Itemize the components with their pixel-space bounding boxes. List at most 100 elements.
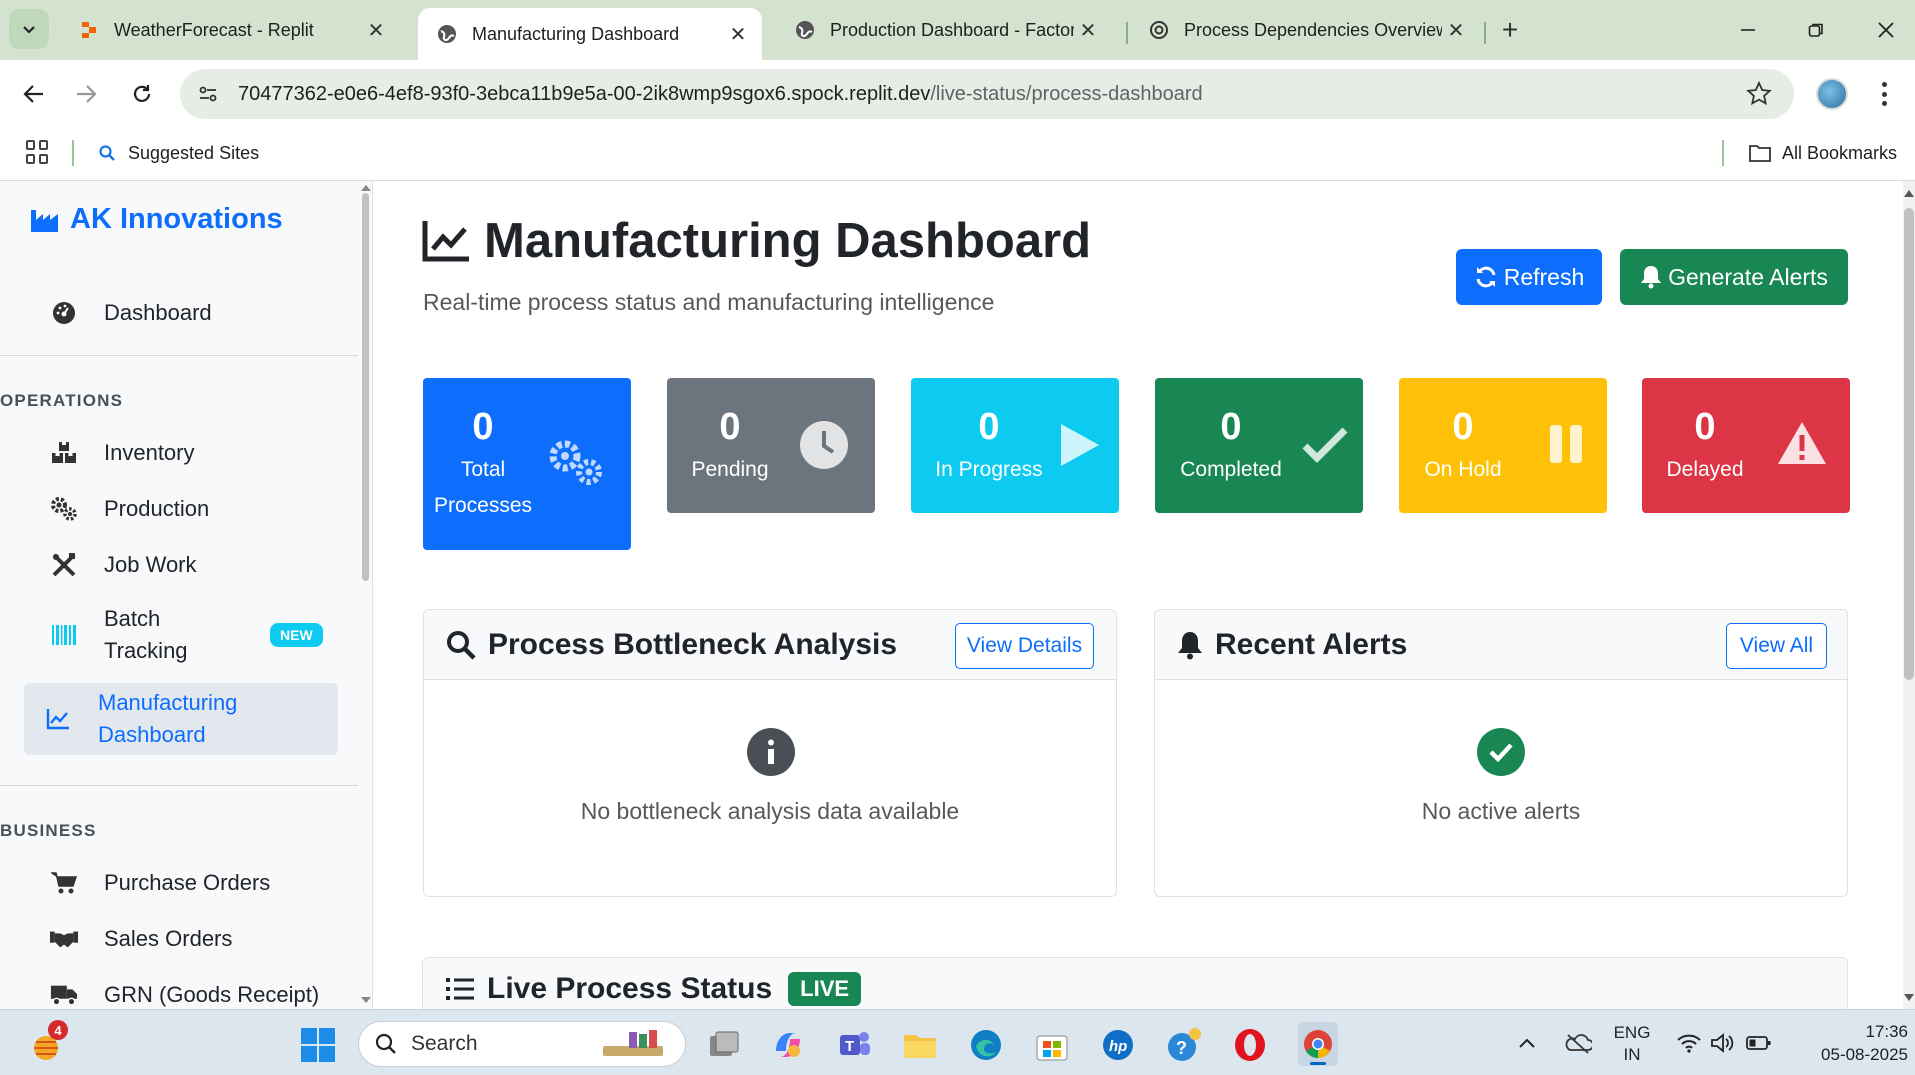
copilot-icon[interactable] bbox=[770, 1027, 806, 1063]
bookmark-suggested-sites[interactable]: Suggested Sites bbox=[98, 140, 259, 166]
sidebar-item-job-work[interactable]: Job Work bbox=[24, 545, 338, 585]
edge-icon[interactable] bbox=[968, 1027, 1004, 1063]
site-settings-icon[interactable] bbox=[196, 82, 220, 106]
search-placeholder: Search bbox=[411, 1032, 478, 1055]
teams-icon[interactable]: T bbox=[836, 1027, 872, 1063]
hp-icon[interactable]: hp bbox=[1100, 1027, 1136, 1063]
stat-label: Delayed bbox=[1666, 458, 1744, 481]
page-subtitle: Real-time process status and manufacturi… bbox=[423, 289, 995, 315]
weather-widget[interactable]: 4 bbox=[28, 1020, 68, 1060]
file-explorer-icon[interactable] bbox=[902, 1027, 938, 1063]
new-tab-button[interactable]: + bbox=[1494, 14, 1526, 46]
clock-time: 17:36 bbox=[1865, 1022, 1908, 1041]
empty-state-text: No active alerts bbox=[1421, 798, 1581, 824]
sidebar-item-manufacturing-dashboard[interactable]: Manufacturing Dashboard bbox=[24, 683, 338, 755]
restore-button[interactable] bbox=[1796, 12, 1836, 48]
stat-value: 0 bbox=[719, 406, 741, 448]
label-line: Total bbox=[460, 458, 506, 481]
help-icon[interactable]: ? bbox=[1166, 1027, 1202, 1063]
lang-line: ENG bbox=[1613, 1023, 1651, 1042]
tools-icon bbox=[50, 551, 78, 579]
label-line: Batch bbox=[104, 606, 161, 631]
apps-grid-icon[interactable] bbox=[26, 140, 50, 164]
tab-process-dependencies[interactable]: Process Dependencies Overview ✕ bbox=[1130, 9, 1480, 51]
gears-icon bbox=[549, 440, 602, 485]
brand-name: AK Innovations bbox=[70, 203, 283, 235]
sidebar-scroll-up[interactable] bbox=[361, 185, 371, 191]
stat-value: 0 bbox=[1694, 406, 1716, 448]
recent-alerts-card: Recent Alerts View All No active alerts bbox=[1154, 609, 1848, 897]
start-button[interactable] bbox=[300, 1027, 336, 1063]
close-icon[interactable]: ✕ bbox=[1074, 16, 1102, 44]
close-window-button[interactable] bbox=[1866, 12, 1906, 48]
svg-text:hp: hp bbox=[1109, 1038, 1127, 1055]
sidebar-divider bbox=[0, 355, 358, 356]
store-icon[interactable] bbox=[1034, 1027, 1070, 1063]
main-scroll-down[interactable] bbox=[1904, 994, 1914, 1001]
chevron-up-icon[interactable] bbox=[1516, 1032, 1538, 1054]
tab-manufacturing-dashboard[interactable]: Manufacturing Dashboard ✕ bbox=[418, 8, 762, 60]
sidebar-item-label: GRN (Goods Receipt) bbox=[104, 982, 320, 1007]
main-scrollbar-thumb[interactable] bbox=[1904, 208, 1914, 680]
tab-title: WeatherForecast - Replit bbox=[114, 19, 314, 40]
close-icon[interactable]: ✕ bbox=[724, 20, 752, 48]
browser-menu-icon[interactable] bbox=[1876, 78, 1892, 110]
play-icon bbox=[1061, 424, 1099, 466]
tab-search-button[interactable] bbox=[9, 9, 49, 49]
forward-button[interactable] bbox=[68, 76, 104, 112]
search-highlight-icon bbox=[603, 1030, 663, 1056]
sidebar-item-purchase-orders[interactable]: Purchase Orders bbox=[24, 863, 338, 903]
tab-production-dashboard[interactable]: Production Dashboard - Factory ✕ bbox=[776, 9, 1112, 51]
address-bar[interactable]: 70477362-e0e6-4ef8-93f0-3ebca11b9e5a-00-… bbox=[180, 69, 1794, 119]
taskbar-search[interactable]: Search bbox=[358, 1021, 686, 1067]
view-details-button[interactable]: View Details bbox=[955, 623, 1094, 669]
tab-weatherforecast[interactable]: WeatherForecast - Replit ✕ bbox=[60, 9, 400, 51]
volume-icon[interactable] bbox=[1710, 1032, 1736, 1054]
globe-icon bbox=[436, 23, 458, 45]
new-badge: NEW bbox=[270, 623, 323, 647]
sidebar-scrollbar[interactable] bbox=[362, 193, 369, 581]
stat-label: Pending bbox=[691, 458, 769, 481]
main-scroll-up[interactable] bbox=[1904, 190, 1914, 197]
sidebar-item-production[interactable]: Production bbox=[24, 489, 338, 529]
wifi-icon[interactable] bbox=[1676, 1032, 1702, 1054]
sidebar-item-sales-orders[interactable]: Sales Orders bbox=[24, 919, 338, 959]
svg-text:?: ? bbox=[1176, 1038, 1187, 1058]
profile-avatar[interactable] bbox=[1816, 78, 1848, 110]
arrow-left-icon bbox=[23, 85, 43, 103]
battery-icon[interactable] bbox=[1746, 1034, 1772, 1052]
truck-icon bbox=[50, 981, 78, 1009]
view-all-button[interactable]: View All bbox=[1726, 623, 1827, 669]
sidebar-item-grn[interactable]: GRN (Goods Receipt) bbox=[24, 975, 338, 1009]
search-icon bbox=[447, 631, 476, 660]
refresh-button[interactable]: Refresh bbox=[1456, 249, 1602, 305]
close-icon[interactable]: ✕ bbox=[362, 16, 390, 44]
notification-badge: 4 bbox=[48, 1020, 68, 1040]
language-indicator[interactable]: ENG IN bbox=[1612, 1022, 1652, 1066]
minimize-button[interactable] bbox=[1728, 12, 1768, 48]
sidebar-item-dashboard[interactable]: Dashboard bbox=[24, 293, 338, 333]
brand-logo[interactable]: AK Innovations bbox=[30, 203, 283, 236]
opera-icon[interactable] bbox=[1232, 1027, 1268, 1063]
sidebar-section-operations: OPERATIONS bbox=[0, 391, 124, 410]
gears-icon bbox=[50, 495, 78, 523]
close-icon[interactable]: ✕ bbox=[1442, 16, 1470, 44]
chrome-icon[interactable] bbox=[1298, 1022, 1338, 1066]
all-bookmarks-button[interactable]: All Bookmarks bbox=[1748, 140, 1897, 166]
chart-line-icon bbox=[422, 221, 469, 262]
url-text: 70477362-e0e6-4ef8-93f0-3ebca11b9e5a-00-… bbox=[238, 83, 1203, 106]
reload-button[interactable] bbox=[124, 76, 160, 112]
sidebar-scroll-down[interactable] bbox=[361, 997, 371, 1003]
sidebar-item-inventory[interactable]: Inventory bbox=[24, 433, 338, 473]
handshake-icon bbox=[50, 925, 78, 953]
bookmark-star-icon[interactable] bbox=[1746, 81, 1772, 107]
onedrive-icon[interactable] bbox=[1564, 1032, 1594, 1054]
sidebar-item-label: Dashboard bbox=[104, 300, 212, 325]
back-button[interactable] bbox=[16, 76, 52, 112]
system-clock[interactable]: 17:36 05-08-2025 bbox=[1790, 1020, 1908, 1066]
generate-alerts-button[interactable]: Generate Alerts bbox=[1620, 249, 1848, 305]
label-line: Processes bbox=[433, 494, 533, 517]
sidebar-item-batch-tracking[interactable]: Batch Tracking NEW bbox=[24, 601, 338, 669]
tab-title: Process Dependencies Overview bbox=[1184, 19, 1442, 40]
task-view-icon[interactable] bbox=[706, 1027, 742, 1063]
